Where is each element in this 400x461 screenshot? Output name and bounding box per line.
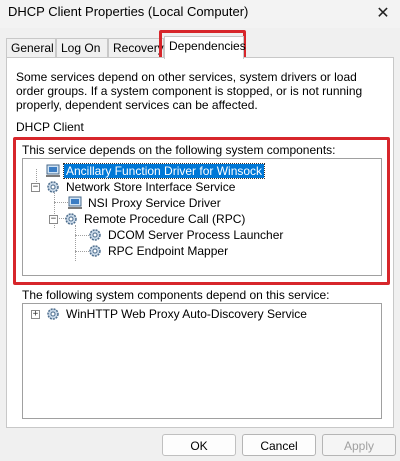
dependents-label: The following system components depend o…: [22, 288, 330, 302]
tab-general[interactable]: General: [6, 38, 56, 58]
tab-strip: General Log On Recovery Dependencies: [6, 36, 394, 59]
tab-dependencies[interactable]: Dependencies: [164, 36, 246, 59]
window-title: DHCP Client Properties (Local Computer): [8, 4, 249, 19]
close-button[interactable]: ✕: [372, 2, 394, 24]
ok-button[interactable]: OK: [162, 434, 236, 456]
apply-button[interactable]: Apply: [322, 434, 396, 456]
description-text: Some services depend on other services, …: [16, 70, 363, 112]
depends-on-highlight-box: [13, 137, 390, 285]
dependents-tree[interactable]: + WinHTTP Web Proxy Auto-Discovery Servi…: [22, 303, 382, 419]
service-name: DHCP Client: [16, 120, 84, 134]
cancel-button[interactable]: Cancel: [242, 434, 316, 456]
expand-expander-icon[interactable]: +: [31, 310, 40, 319]
tab-log-on[interactable]: Log On: [56, 38, 108, 58]
tree-node-label: WinHTTP Web Proxy Auto-Discovery Service: [66, 307, 307, 321]
title-bar: DHCP Client Properties (Local Computer) …: [0, 0, 400, 28]
service-gear-icon: [45, 306, 61, 322]
tree-node-winhttp[interactable]: + WinHTTP Web Proxy Auto-Discovery Servi…: [27, 306, 309, 322]
tab-recovery[interactable]: Recovery: [108, 38, 164, 58]
close-icon: ✕: [376, 5, 390, 22]
